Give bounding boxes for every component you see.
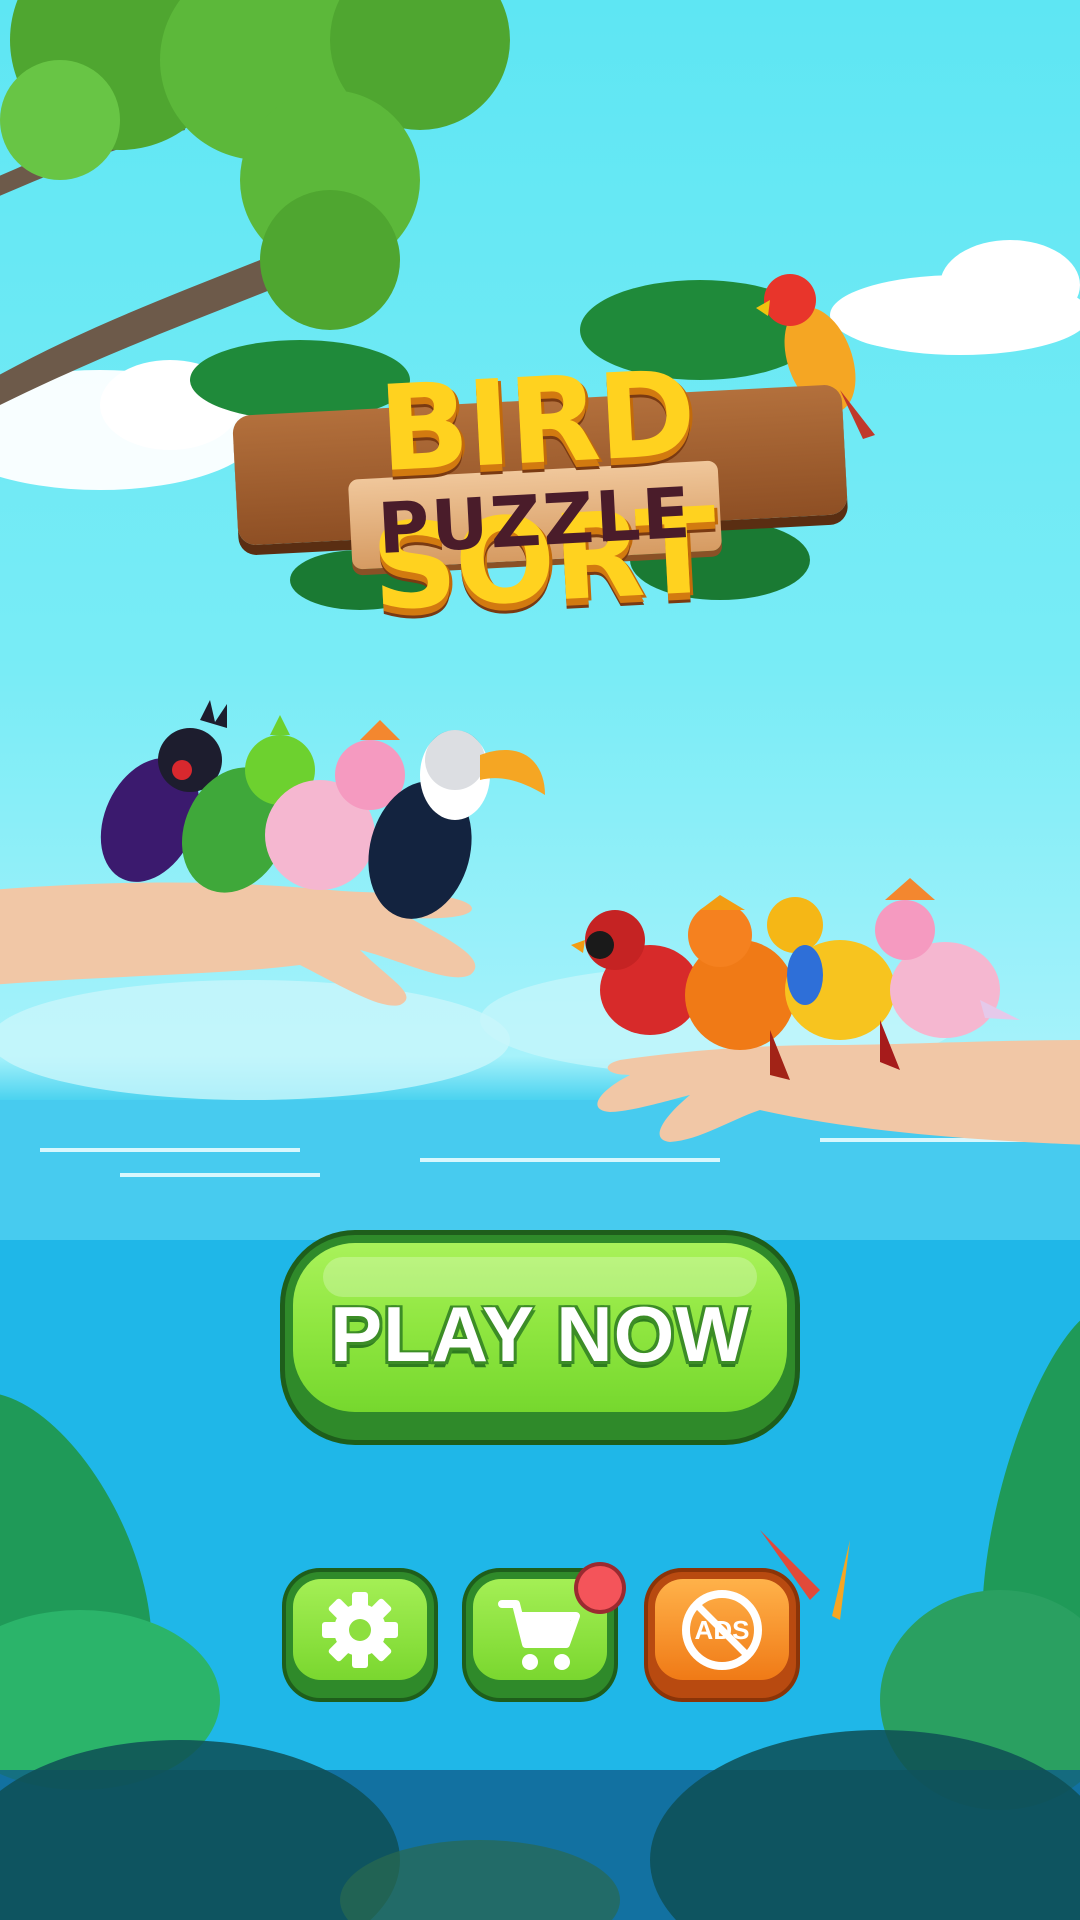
settings-button[interactable] [286,1572,434,1698]
game-logo: BIRD SORT PUZZLE [225,340,855,637]
play-button-label: PLAY NOW [330,1290,750,1378]
no-ads-icon: ADS [682,1590,762,1670]
notification-badge [578,1566,622,1610]
no-ads-button[interactable]: ADS [648,1572,796,1698]
play-button-face: PLAY NOW [293,1243,787,1412]
game-home-screen: BIRD SORT PUZZLE PLAY NOW ADS [0,0,1080,1920]
no-ads-text: ADS [695,1615,750,1645]
play-now-button[interactable]: PLAY NOW [285,1235,795,1440]
gear-icon [322,1592,398,1668]
